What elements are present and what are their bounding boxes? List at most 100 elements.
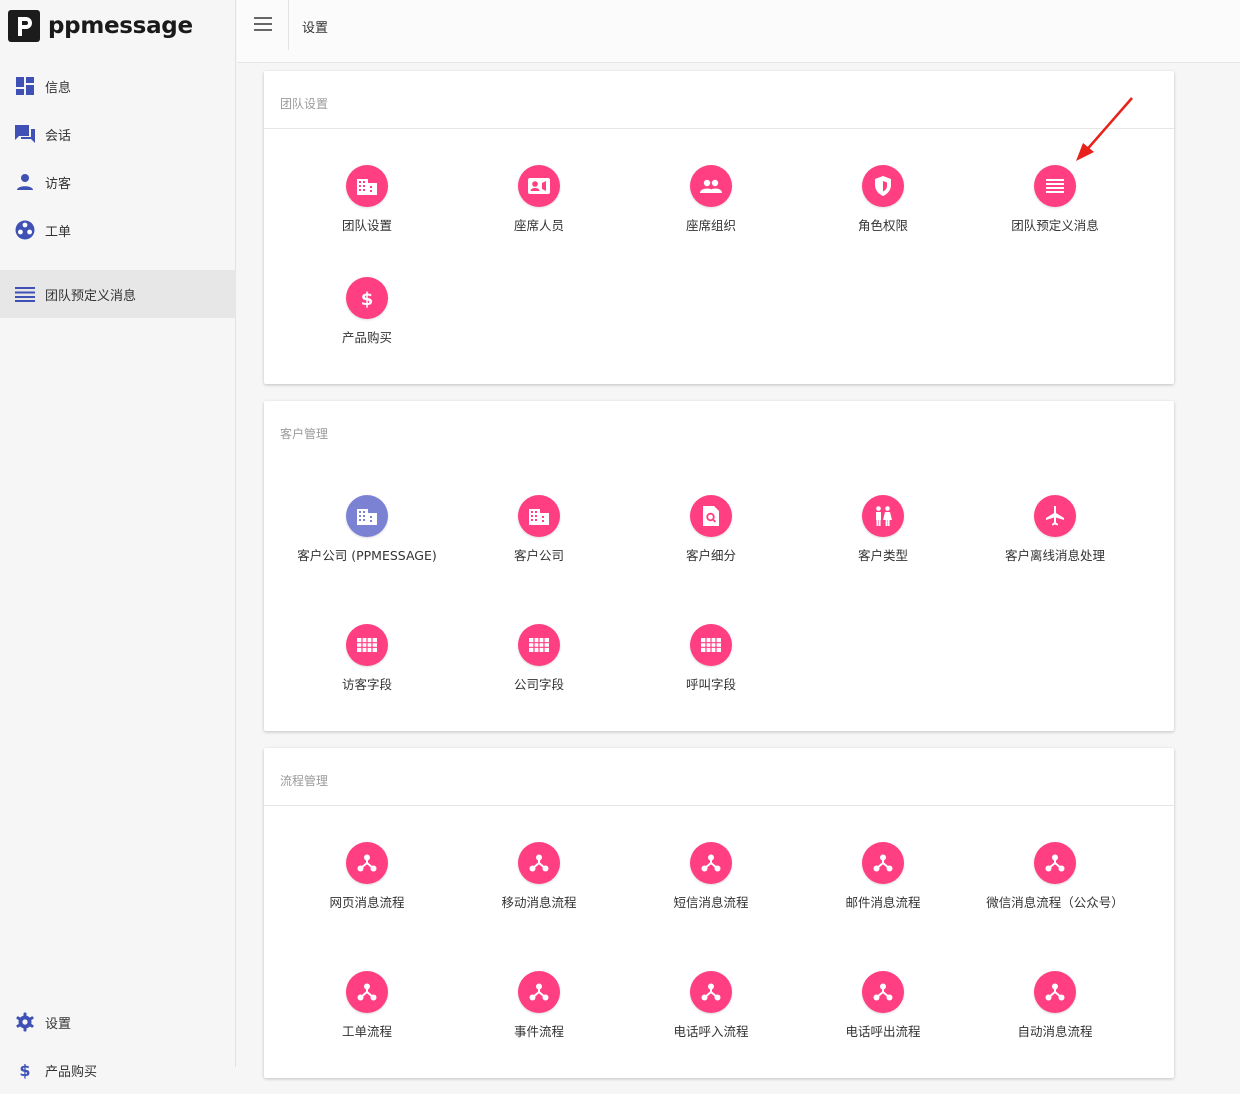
- building-icon: [346, 165, 388, 207]
- ppmessage-logo-icon: [8, 10, 40, 42]
- tile-label: 移动消息流程: [501, 895, 577, 910]
- sidebar-bottom-nav: 设置 $ 产品购买: [0, 998, 236, 1094]
- contact-card-icon: [518, 165, 560, 207]
- airplane-icon: [1034, 495, 1076, 537]
- tile-customer-segments[interactable]: 客户细分: [625, 495, 797, 565]
- svg-text:$: $: [361, 289, 374, 308]
- tile-label: 产品购买: [341, 330, 392, 345]
- sidebar-item-label: 产品购买: [45, 1064, 98, 1080]
- section-title: 团队设置: [264, 71, 1174, 129]
- tile-product-purchase[interactable]: $ 产品购买: [281, 277, 453, 347]
- sidebar-item-tickets[interactable]: 工单: [0, 206, 236, 254]
- tile-label: 客户公司: [513, 548, 564, 563]
- tile-call-fields[interactable]: 呼叫字段: [625, 624, 797, 694]
- tile-agent-groups[interactable]: 座席组织: [625, 165, 797, 235]
- flow-icon: [690, 971, 732, 1013]
- flow-icon: [346, 971, 388, 1013]
- flow-icon: [1034, 842, 1076, 884]
- tile-label: 网页消息流程: [329, 895, 405, 910]
- people-icon: [690, 165, 732, 207]
- tile-label: 座席人员: [513, 218, 564, 233]
- chat-icon: [15, 124, 35, 144]
- tile-label: 事件流程: [513, 1024, 564, 1039]
- sidebar-item-settings[interactable]: 设置: [0, 998, 236, 1046]
- tile-wechat-message-flow[interactable]: 微信消息流程（公众号）: [969, 842, 1141, 912]
- sidebar-item-team-predefined-messages[interactable]: 团队预定义消息: [0, 270, 236, 318]
- section-title: 客户管理: [280, 427, 329, 441]
- tile-customer-types[interactable]: 客户类型: [797, 495, 969, 565]
- tile-inbound-call-flow[interactable]: 电话呼入流程: [625, 971, 797, 1041]
- tile-label: 工单流程: [341, 1024, 392, 1039]
- tile-label: 客户离线消息处理: [1004, 548, 1105, 563]
- tile-team-predefined-messages[interactable]: 团队预定义消息: [969, 165, 1141, 235]
- tile-label: 电话呼出流程: [845, 1024, 921, 1039]
- menu-toggle-button[interactable]: [237, 0, 289, 50]
- gear-icon: [15, 1012, 35, 1032]
- customer-management-card: 客户管理 客户公司 (PPMESSAGE) 客户公司 客户细分 客户类型 客户离…: [264, 401, 1174, 731]
- film-reel-icon: [15, 220, 35, 240]
- tile-label: 访客字段: [341, 677, 392, 692]
- tile-label: 自动消息流程: [1017, 1024, 1093, 1039]
- shield-icon: [862, 165, 904, 207]
- sidebar-item-label: 工单: [45, 224, 72, 240]
- tile-event-flow[interactable]: 事件流程: [453, 971, 625, 1041]
- tile-web-message-flow[interactable]: 网页消息流程: [281, 842, 453, 912]
- tile-role-permissions[interactable]: 角色权限: [797, 165, 969, 235]
- sidebar-item-label: 会话: [45, 128, 72, 144]
- flow-icon: [862, 842, 904, 884]
- tile-customer-offline-messages[interactable]: 客户离线消息处理: [969, 495, 1141, 565]
- tile-customer-company[interactable]: 客户公司: [453, 495, 625, 565]
- tile-label: 客户细分: [685, 548, 736, 563]
- tile-mobile-message-flow[interactable]: 移动消息流程: [453, 842, 625, 912]
- list-icon: [15, 284, 35, 304]
- grid-icon: [690, 624, 732, 666]
- flow-icon: [518, 842, 560, 884]
- tile-sms-message-flow[interactable]: 短信消息流程: [625, 842, 797, 912]
- tile-customer-company-ppmessage[interactable]: 客户公司 (PPMESSAGE): [281, 495, 453, 565]
- tile-company-fields[interactable]: 公司字段: [453, 624, 625, 694]
- sidebar-item-messages[interactable]: 信息: [0, 62, 236, 110]
- dollar-icon: $: [346, 277, 388, 319]
- tile-agents[interactable]: 座席人员: [453, 165, 625, 235]
- svg-text:$: $: [19, 1061, 30, 1079]
- tile-label: 客户类型: [857, 548, 908, 563]
- sidebar-item-label: 设置: [45, 1016, 72, 1032]
- sidebar-item-conversations[interactable]: 会话: [0, 110, 236, 158]
- tile-team-settings[interactable]: 团队设置: [281, 165, 453, 235]
- sidebar-item-label: 访客: [45, 176, 72, 192]
- team-settings-card: 团队设置 团队设置 座席人员 座席组织 角色权限 团队预定义消息 $ 产品购买: [264, 71, 1174, 384]
- list-icon: [1034, 165, 1076, 207]
- tile-label: 角色权限: [857, 218, 908, 233]
- sidebar-item-visitors[interactable]: 访客: [0, 158, 236, 206]
- brand[interactable]: ppmessage: [8, 9, 193, 43]
- tile-label: 呼叫字段: [685, 677, 736, 692]
- dashboard-icon: [15, 76, 35, 96]
- tile-label: 微信消息流程（公众号）: [986, 895, 1124, 910]
- hamburger-icon: [253, 16, 272, 35]
- tile-label: 座席组织: [685, 218, 736, 233]
- sidebar-item-product-purchase[interactable]: $ 产品购买: [0, 1046, 236, 1094]
- tile-label: 团队预定义消息: [1011, 218, 1099, 233]
- tile-visitor-fields[interactable]: 访客字段: [281, 624, 453, 694]
- flow-icon: [1034, 971, 1076, 1013]
- section-title: 流程管理: [264, 748, 1174, 806]
- tile-outbound-call-flow[interactable]: 电话呼出流程: [797, 971, 969, 1041]
- person-icon: [15, 172, 35, 192]
- tile-label: 短信消息流程: [673, 895, 749, 910]
- sidebar-nav: 信息 会话 访客 工单 团队预定义消息: [0, 62, 236, 318]
- dollar-icon: $: [15, 1060, 35, 1080]
- grid-icon: [518, 624, 560, 666]
- flow-management-card: 流程管理 网页消息流程 移动消息流程 短信消息流程 邮件消息流程 微信消息流程（…: [264, 748, 1174, 1078]
- tile-label: 团队设置: [341, 218, 392, 233]
- tile-ticket-flow[interactable]: 工单流程: [281, 971, 453, 1041]
- building-icon: [518, 495, 560, 537]
- flow-icon: [862, 971, 904, 1013]
- tile-auto-message-flow[interactable]: 自动消息流程: [969, 971, 1141, 1041]
- tile-label: 电话呼入流程: [673, 1024, 749, 1039]
- sidebar: ppmessage 信息 会话 访客 工单 团队预定义消息 设置 $ 产品购买: [0, 0, 236, 1080]
- sidebar-item-label: 团队预定义消息: [45, 288, 137, 304]
- tile-email-message-flow[interactable]: 邮件消息流程: [797, 842, 969, 912]
- tile-label: 邮件消息流程: [845, 895, 921, 910]
- building-icon: [346, 495, 388, 537]
- app-name: ppmessage: [48, 13, 193, 39]
